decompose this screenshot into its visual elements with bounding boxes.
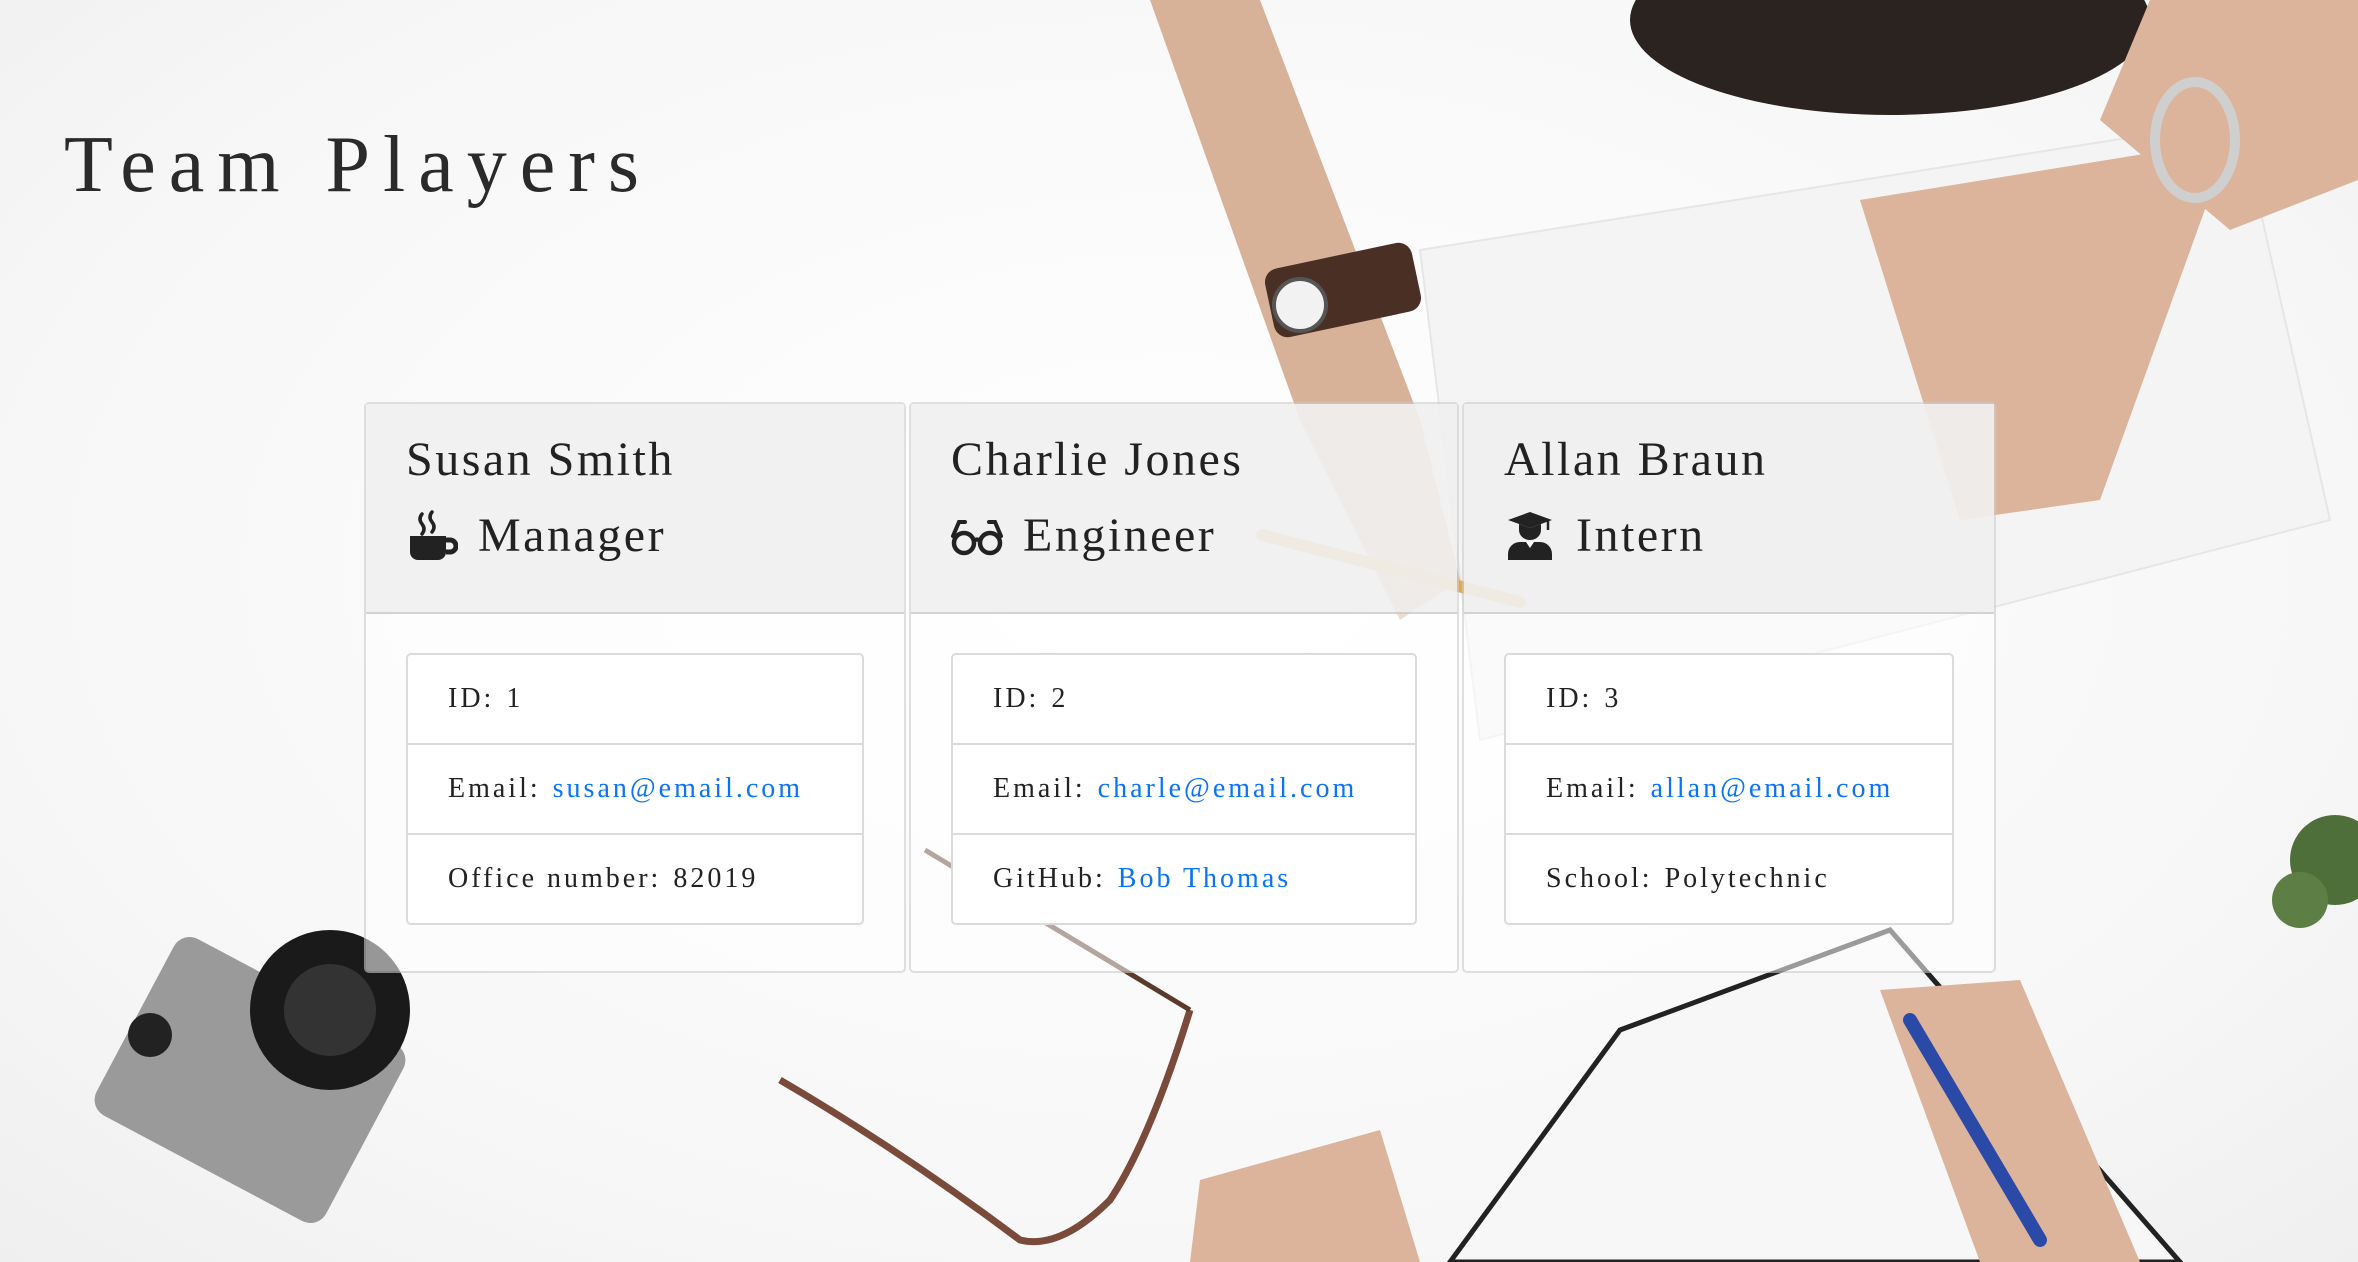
id-item: ID: 2 xyxy=(951,653,1417,745)
page-title: Team Players xyxy=(64,121,653,209)
role-label: Intern xyxy=(1576,509,1706,562)
github-label: GitHub: xyxy=(993,863,1106,894)
id-item: ID: 3 xyxy=(1504,653,1954,745)
role-label: Manager xyxy=(478,509,667,562)
card-header: Allan Braun Intern xyxy=(1464,404,1994,614)
email-item: Email: susan@email.com xyxy=(406,743,864,835)
info-list: ID: 3 Email: allan@email.com School: Pol… xyxy=(1504,653,1954,925)
id-value: 2 xyxy=(1051,683,1069,714)
employee-card-intern: Allan Braun Intern ID: 3 Email: allan@em… xyxy=(1462,402,1996,973)
employee-role: Manager xyxy=(406,506,904,566)
id-label: ID: xyxy=(1546,683,1593,714)
office-number-label: Office number: xyxy=(448,863,662,894)
office-number-value: 82019 xyxy=(673,863,759,894)
id-item: ID: 1 xyxy=(406,653,864,745)
card-body: ID: 2 Email: charle@email.com GitHub: Bo… xyxy=(911,614,1457,925)
user-graduate-icon xyxy=(1504,510,1556,562)
email-link[interactable]: susan@email.com xyxy=(553,773,803,805)
github-link[interactable]: Bob Thomas xyxy=(1118,863,1291,895)
info-list: ID: 2 Email: charle@email.com GitHub: Bo… xyxy=(951,653,1417,925)
email-link[interactable]: allan@email.com xyxy=(1651,773,1894,805)
id-value: 3 xyxy=(1604,683,1622,714)
github-item: GitHub: Bob Thomas xyxy=(951,833,1417,925)
school-item: School: Polytechnic xyxy=(1504,833,1954,925)
id-value: 1 xyxy=(506,683,524,714)
employee-name: Allan Braun xyxy=(1504,433,1768,486)
email-item: Email: charle@email.com xyxy=(951,743,1417,835)
card-body: ID: 3 Email: allan@email.com School: Pol… xyxy=(1464,614,1994,925)
employee-card-engineer: Charlie Jones Engineer ID: 2 Email: char… xyxy=(909,402,1459,973)
card-header: Charlie Jones Engineer xyxy=(911,404,1457,614)
email-label: Email: xyxy=(1546,773,1639,804)
id-label: ID: xyxy=(993,683,1040,714)
email-link[interactable]: charle@email.com xyxy=(1098,773,1358,805)
school-label: School: xyxy=(1546,863,1653,894)
office-number-item: Office number: 82019 xyxy=(406,833,864,925)
team-cards-row: Susan Smith Manager ID: 1 Email: susan@e… xyxy=(364,402,1996,973)
employee-card-manager: Susan Smith Manager ID: 1 Email: susan@e… xyxy=(364,402,906,973)
info-list: ID: 1 Email: susan@email.com Office numb… xyxy=(406,653,864,925)
email-item: Email: allan@email.com xyxy=(1504,743,1954,835)
employee-name: Charlie Jones xyxy=(951,433,1244,486)
card-header: Susan Smith Manager xyxy=(366,404,904,614)
employee-role: Engineer xyxy=(951,506,1457,566)
school-value: Polytechnic xyxy=(1664,863,1830,894)
email-label: Email: xyxy=(993,773,1086,804)
role-label: Engineer xyxy=(1023,509,1217,562)
email-label: Email: xyxy=(448,773,541,804)
id-label: ID: xyxy=(448,683,495,714)
card-body: ID: 1 Email: susan@email.com Office numb… xyxy=(366,614,904,925)
glasses-icon xyxy=(951,510,1003,562)
employee-role: Intern xyxy=(1504,506,1994,566)
mug-hot-icon xyxy=(406,510,458,562)
employee-name: Susan Smith xyxy=(406,433,675,486)
